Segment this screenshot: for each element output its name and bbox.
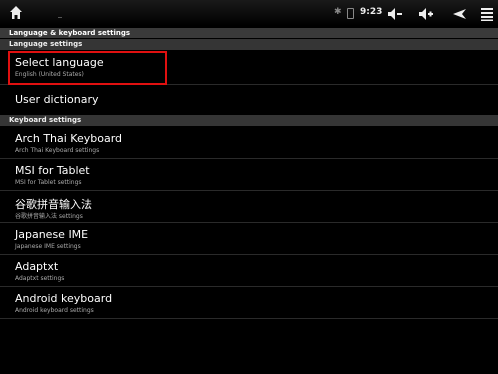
item-title: 谷歌拼音输入法 (15, 198, 92, 211)
status-bar: ✱ 9:23 (0, 0, 498, 26)
item-summary: MSI for Tablet settings (15, 179, 82, 186)
item-summary: 谷歌拼音输入法 settings (15, 213, 83, 220)
user-dictionary-item[interactable]: User dictionary (0, 85, 498, 115)
back-icon[interactable] (451, 6, 467, 25)
notification-area[interactable] (58, 17, 62, 18)
item-summary: Japanese IME settings (15, 243, 81, 250)
page-title: Language & keyboard settings (0, 28, 498, 38)
battery-icon (347, 8, 354, 19)
msi-for-tablet-item[interactable]: MSI for Tablet MSI for Tablet settings (0, 159, 498, 190)
menu-icon[interactable] (481, 6, 493, 25)
item-title: MSI for Tablet (15, 164, 90, 177)
highlight-box (8, 51, 167, 85)
volume-down-icon[interactable] (387, 6, 403, 25)
google-pinyin-item[interactable]: 谷歌拼音输入法 谷歌拼音输入法 settings (0, 191, 498, 222)
clock: 9:23 (360, 7, 383, 17)
divider (0, 318, 498, 319)
item-title: User dictionary (15, 93, 99, 106)
item-title: Android keyboard (15, 292, 113, 305)
home-icon[interactable] (9, 5, 23, 21)
bluetooth-icon: ✱ (334, 7, 342, 17)
japanese-ime-item[interactable]: Japanese IME Japanese IME settings (0, 223, 498, 254)
android-keyboard-item[interactable]: Android keyboard Android keyboard settin… (0, 287, 498, 318)
section-header-language: Language settings (0, 39, 498, 50)
item-title: Japanese IME (15, 228, 89, 241)
item-title: Arch Thai Keyboard (15, 132, 123, 145)
item-summary: Adaptxt settings (15, 275, 65, 282)
item-summary: Arch Thai Keyboard settings (15, 147, 100, 154)
adaptxt-item[interactable]: Adaptxt Adaptxt settings (0, 255, 498, 286)
item-title: Adaptxt (15, 260, 59, 273)
item-summary: Android keyboard settings (15, 307, 94, 314)
section-header-keyboard: Keyboard settings (0, 115, 498, 126)
volume-up-icon[interactable] (418, 6, 434, 25)
arch-thai-keyboard-item[interactable]: Arch Thai Keyboard Arch Thai Keyboard se… (0, 127, 498, 158)
